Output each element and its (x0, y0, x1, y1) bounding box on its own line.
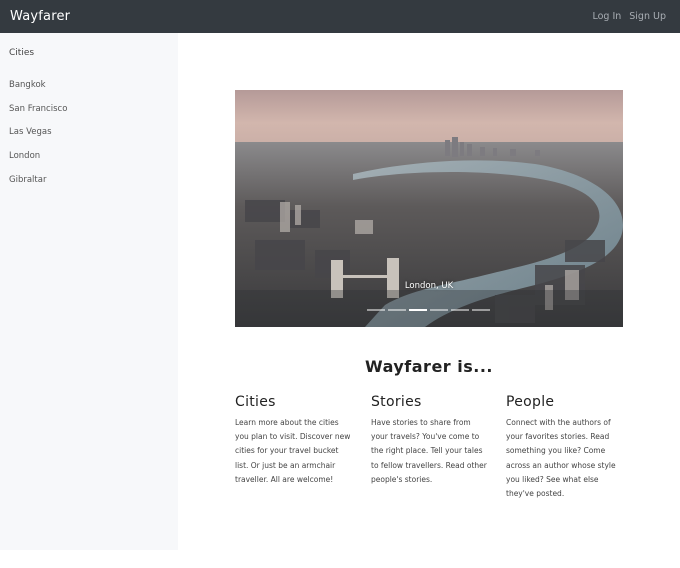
sidebar-item-london[interactable]: London (9, 151, 67, 175)
carousel-indicator-active[interactable] (409, 309, 427, 311)
carousel-indicator[interactable] (388, 309, 406, 311)
carousel-indicators (367, 309, 490, 311)
feature-heading: Stories (371, 394, 422, 410)
hero-carousel[interactable]: London, UK (235, 90, 623, 327)
nav-links: Log In Sign Up (592, 11, 666, 22)
sidebar-item-las-vegas[interactable]: Las Vegas (9, 127, 67, 151)
feature-heading: Cities (235, 394, 276, 410)
carousel-indicator[interactable] (451, 309, 469, 311)
feature-heading: People (506, 394, 555, 410)
login-link[interactable]: Log In (592, 11, 621, 22)
brand-logo[interactable]: Wayfarer (10, 9, 70, 24)
feature-people: People Connect with the authors of your … (506, 394, 624, 501)
navbar: Wayfarer Log In Sign Up (0, 0, 680, 33)
carousel-caption: London, UK (404, 281, 454, 291)
sidebar: Cities Bangkok San Francisco Las Vegas L… (0, 33, 178, 550)
sidebar-title: Cities (9, 48, 35, 58)
sidebar-item-san-francisco[interactable]: San Francisco (9, 104, 67, 128)
feature-cities: Cities Learn more about the cities you p… (235, 394, 353, 487)
feature-text: Have stories to share from your travels?… (371, 418, 487, 484)
sidebar-item-bangkok[interactable]: Bangkok (9, 80, 67, 104)
carousel-indicator[interactable] (430, 309, 448, 311)
signup-link[interactable]: Sign Up (629, 11, 666, 22)
feature-text: Connect with the authors of your favorit… (506, 418, 616, 499)
about-title: Wayfarer is... (364, 357, 493, 376)
feature-stories: Stories Have stories to share from your … (371, 394, 489, 487)
carousel-indicator[interactable] (367, 309, 385, 311)
carousel-indicator[interactable] (472, 309, 490, 311)
feature-text: Learn more about the cities you plan to … (235, 418, 351, 484)
city-list: Bangkok San Francisco Las Vegas London G… (9, 80, 67, 198)
sidebar-item-gibraltar[interactable]: Gibraltar (9, 175, 67, 199)
london-aerial-image (235, 90, 623, 327)
